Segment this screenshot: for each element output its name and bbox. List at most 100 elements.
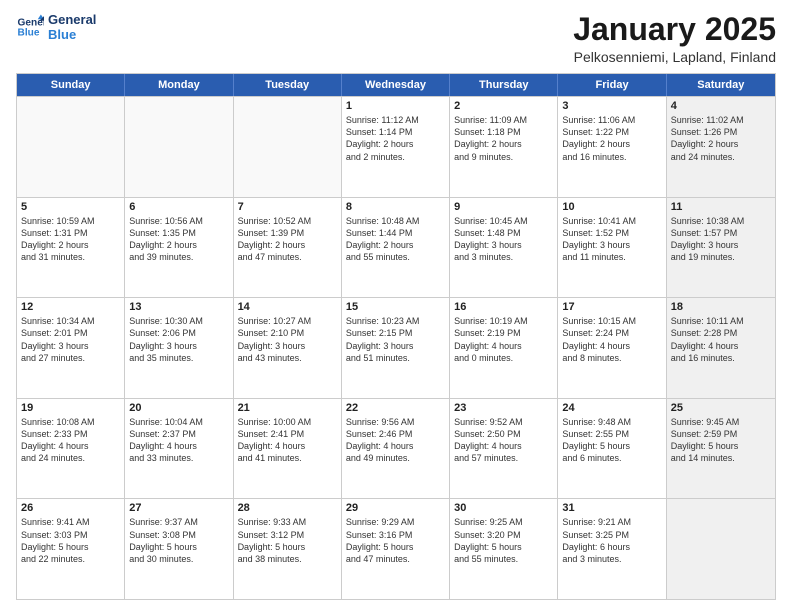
calendar-title: January 2025 bbox=[573, 12, 776, 47]
day-info: Sunrise: 9:48 AM Sunset: 2:55 PM Dayligh… bbox=[562, 416, 661, 465]
calendar-cell: 10Sunrise: 10:41 AM Sunset: 1:52 PM Dayl… bbox=[558, 198, 666, 298]
calendar-cell: 8 Sunrise: 10:48 AM Sunset: 1:44 PM Dayli… bbox=[342, 198, 450, 298]
calendar-body: 1Sunrise: 11:12 AM Sunset: 1:14 PM Dayli… bbox=[17, 96, 775, 599]
calendar-header-cell: Saturday bbox=[667, 74, 775, 96]
day-info: Sunrise: 9:41 AM Sunset: 3:03 PM Dayligh… bbox=[21, 516, 120, 565]
calendar-week: 19 Sunrise: 10:08 AM Sunset: 2:33 PM Dayl… bbox=[17, 398, 775, 499]
day-number: 8 bbox=[346, 201, 445, 213]
day-number: 15 bbox=[346, 301, 445, 313]
day-info: Sunrise: 10:59 AM Sunset: 1:31 PM Daylig… bbox=[21, 215, 120, 264]
day-info: Sunrise: 10:56 AM Sunset: 1:35 PM Daylig… bbox=[129, 215, 228, 264]
calendar-cell: 14 Sunrise: 10:27 AM Sunset: 2:10 PM Dayl… bbox=[234, 298, 342, 398]
day-number: 23 bbox=[454, 402, 553, 414]
day-info: Sunrise: 11:06 AM Sunset: 1:22 PM Daylig… bbox=[562, 114, 661, 163]
logo-blue: Blue bbox=[48, 27, 96, 42]
calendar-header-cell: Tuesday bbox=[234, 74, 342, 96]
calendar-cell: 20Sunrise: 10:04 AM Sunset: 2:37 PM Dayl… bbox=[125, 399, 233, 499]
calendar-cell: 15 Sunrise: 10:23 AM Sunset: 2:15 PM Dayl… bbox=[342, 298, 450, 398]
day-info: Sunrise: 11:09 AM Sunset: 1:18 PM Daylig… bbox=[454, 114, 553, 163]
day-info: Sunrise: 10:38 AM Sunset: 1:57 PM Daylig… bbox=[671, 215, 771, 264]
svg-text:Blue: Blue bbox=[18, 28, 40, 39]
calendar-cell: 5Sunrise: 10:59 AM Sunset: 1:31 PM Dayli… bbox=[17, 198, 125, 298]
calendar-cell: 12Sunrise: 10:34 AM Sunset: 2:01 PM Dayl… bbox=[17, 298, 125, 398]
calendar-cell: 18 Sunrise: 10:11 AM Sunset: 2:28 PM Dayl… bbox=[667, 298, 775, 398]
day-info: Sunrise: 10:45 AM Sunset: 1:48 PM Daylig… bbox=[454, 215, 553, 264]
calendar-week: 1Sunrise: 11:12 AM Sunset: 1:14 PM Dayli… bbox=[17, 96, 775, 197]
day-number: 4 bbox=[671, 100, 771, 112]
day-info: Sunrise: 10:48 AM Sunset: 1:44 PM Daylig… bbox=[346, 215, 445, 264]
calendar-cell: 9Sunrise: 10:45 AM Sunset: 1:48 PM Dayli… bbox=[450, 198, 558, 298]
day-number: 21 bbox=[238, 402, 337, 414]
day-number: 13 bbox=[129, 301, 228, 313]
day-info: Sunrise: 10:41 AM Sunset: 1:52 PM Daylig… bbox=[562, 215, 661, 264]
day-info: Sunrise: 10:08 AM Sunset: 2:33 PM Daylig… bbox=[21, 416, 120, 465]
calendar-cell: 25Sunrise: 9:45 AM Sunset: 2:59 PM Dayli… bbox=[667, 399, 775, 499]
day-info: Sunrise: 10:19 AM Sunset: 2:19 PM Daylig… bbox=[454, 315, 553, 364]
calendar-cell: 2 Sunrise: 11:09 AM Sunset: 1:18 PM Dayli… bbox=[450, 97, 558, 197]
day-number: 29 bbox=[346, 502, 445, 514]
day-info: Sunrise: 10:11 AM Sunset: 2:28 PM Daylig… bbox=[671, 315, 771, 364]
day-number: 3 bbox=[562, 100, 661, 112]
day-info: Sunrise: 11:02 AM Sunset: 1:26 PM Daylig… bbox=[671, 114, 771, 163]
day-info: Sunrise: 10:00 AM Sunset: 2:41 PM Daylig… bbox=[238, 416, 337, 465]
calendar-cell: 29 Sunrise: 9:29 AM Sunset: 3:16 PM Dayli… bbox=[342, 499, 450, 599]
day-info: Sunrise: 10:23 AM Sunset: 2:15 PM Daylig… bbox=[346, 315, 445, 364]
day-info: Sunrise: 10:15 AM Sunset: 2:24 PM Daylig… bbox=[562, 315, 661, 364]
day-info: Sunrise: 9:25 AM Sunset: 3:20 PM Dayligh… bbox=[454, 516, 553, 565]
calendar-week: 26 Sunrise: 9:41 AM Sunset: 3:03 PM Dayli… bbox=[17, 498, 775, 599]
day-number: 14 bbox=[238, 301, 337, 313]
day-number: 30 bbox=[454, 502, 553, 514]
calendar-cell: 19 Sunrise: 10:08 AM Sunset: 2:33 PM Dayl… bbox=[17, 399, 125, 499]
day-number: 27 bbox=[129, 502, 228, 514]
day-number: 17 bbox=[562, 301, 661, 313]
logo: General Blue General Blue bbox=[16, 12, 96, 42]
calendar-cell: 21 Sunrise: 10:00 AM Sunset: 2:41 PM Dayl… bbox=[234, 399, 342, 499]
day-number: 25 bbox=[671, 402, 771, 414]
day-info: Sunrise: 9:29 AM Sunset: 3:16 PM Dayligh… bbox=[346, 516, 445, 565]
day-info: Sunrise: 10:34 AM Sunset: 2:01 PM Daylig… bbox=[21, 315, 120, 364]
day-info: Sunrise: 11:12 AM Sunset: 1:14 PM Daylig… bbox=[346, 114, 445, 163]
day-info: Sunrise: 9:21 AM Sunset: 3:25 PM Dayligh… bbox=[562, 516, 661, 565]
calendar-cell: 11 Sunrise: 10:38 AM Sunset: 1:57 PM Dayl… bbox=[667, 198, 775, 298]
calendar-cell: 27 Sunrise: 9:37 AM Sunset: 3:08 PM Dayli… bbox=[125, 499, 233, 599]
day-number: 16 bbox=[454, 301, 553, 313]
calendar-header-cell: Monday bbox=[125, 74, 233, 96]
day-info: Sunrise: 10:04 AM Sunset: 2:37 PM Daylig… bbox=[129, 416, 228, 465]
day-number: 26 bbox=[21, 502, 120, 514]
day-info: Sunrise: 10:52 AM Sunset: 1:39 PM Daylig… bbox=[238, 215, 337, 264]
calendar-cell: 31Sunrise: 9:21 AM Sunset: 3:25 PM Dayli… bbox=[558, 499, 666, 599]
calendar-cell: 30 Sunrise: 9:25 AM Sunset: 3:20 PM Dayli… bbox=[450, 499, 558, 599]
logo-general: General bbox=[48, 12, 96, 27]
calendar-cell bbox=[17, 97, 125, 197]
calendar-header-cell: Thursday bbox=[450, 74, 558, 96]
calendar-cell bbox=[234, 97, 342, 197]
day-number: 19 bbox=[21, 402, 120, 414]
page: General Blue General Blue January 2025 P… bbox=[0, 0, 792, 612]
day-info: Sunrise: 9:56 AM Sunset: 2:46 PM Dayligh… bbox=[346, 416, 445, 465]
day-number: 6 bbox=[129, 201, 228, 213]
logo-icon: General Blue bbox=[16, 13, 44, 41]
calendar-cell: 24 Sunrise: 9:48 AM Sunset: 2:55 PM Dayli… bbox=[558, 399, 666, 499]
calendar-header-cell: Wednesday bbox=[342, 74, 450, 96]
day-number: 22 bbox=[346, 402, 445, 414]
calendar-subtitle: Pelkosenniemi, Lapland, Finland bbox=[573, 49, 776, 65]
calendar-cell: 6 Sunrise: 10:56 AM Sunset: 1:35 PM Dayli… bbox=[125, 198, 233, 298]
calendar-header-cell: Friday bbox=[558, 74, 666, 96]
day-number: 18 bbox=[671, 301, 771, 313]
header: General Blue General Blue January 2025 P… bbox=[16, 12, 776, 65]
calendar-cell: 28Sunrise: 9:33 AM Sunset: 3:12 PM Dayli… bbox=[234, 499, 342, 599]
day-info: Sunrise: 10:30 AM Sunset: 2:06 PM Daylig… bbox=[129, 315, 228, 364]
day-info: Sunrise: 10:27 AM Sunset: 2:10 PM Daylig… bbox=[238, 315, 337, 364]
calendar-cell: 1Sunrise: 11:12 AM Sunset: 1:14 PM Dayli… bbox=[342, 97, 450, 197]
calendar-cell: 3 Sunrise: 11:06 AM Sunset: 1:22 PM Dayli… bbox=[558, 97, 666, 197]
title-block: January 2025 Pelkosenniemi, Lapland, Fin… bbox=[573, 12, 776, 65]
day-number: 2 bbox=[454, 100, 553, 112]
calendar-cell: 16 Sunrise: 10:19 AM Sunset: 2:19 PM Dayl… bbox=[450, 298, 558, 398]
calendar-cell: 4 Sunrise: 11:02 AM Sunset: 1:26 PM Dayli… bbox=[667, 97, 775, 197]
day-number: 24 bbox=[562, 402, 661, 414]
day-number: 7 bbox=[238, 201, 337, 213]
day-info: Sunrise: 9:33 AM Sunset: 3:12 PM Dayligh… bbox=[238, 516, 337, 565]
day-info: Sunrise: 9:37 AM Sunset: 3:08 PM Dayligh… bbox=[129, 516, 228, 565]
day-number: 11 bbox=[671, 201, 771, 213]
calendar-header-cell: Sunday bbox=[17, 74, 125, 96]
